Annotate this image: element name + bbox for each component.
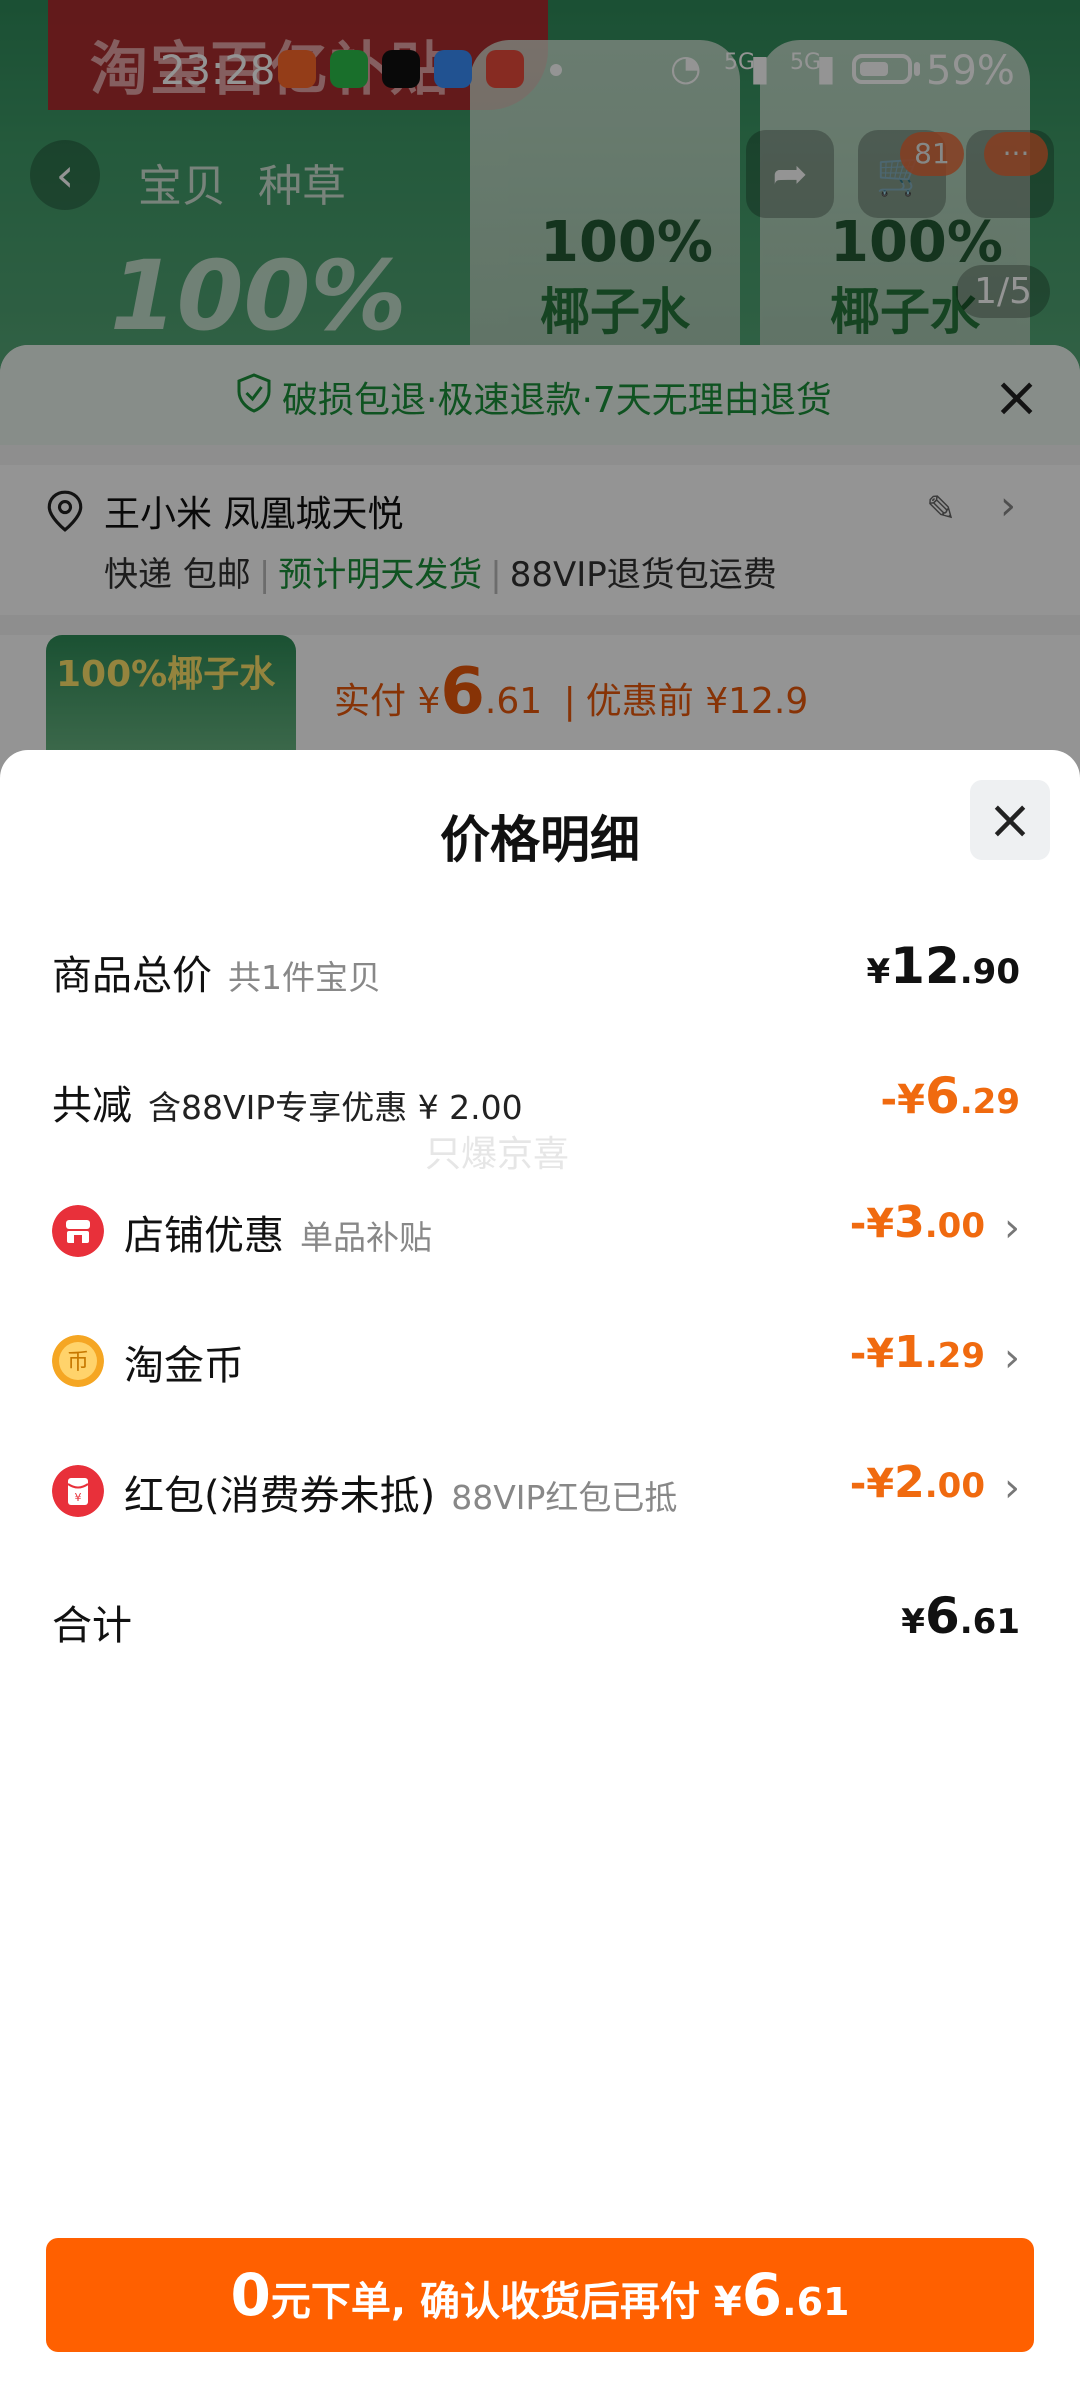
place-order-button[interactable]: 0元下单, 确认收货后再付 ¥6.61 <box>46 2238 1034 2352</box>
sub-text: 单品补贴 <box>300 1218 432 1257</box>
grand-total-amount: ¥6.61 <box>901 1587 1020 1645</box>
row-grand-total-label: 合计 <box>52 1593 132 1651</box>
total-discount-amount: -¥6.29 <box>881 1067 1020 1125</box>
modal-title: 价格明细 <box>440 811 640 869</box>
currency-sign: -¥ <box>849 1461 895 1507</box>
chevron-right-icon: › <box>1004 1335 1020 1381</box>
currency-sign: ¥ <box>901 1602 925 1642</box>
close-button[interactable]: × <box>970 780 1050 860</box>
currency-sign: -¥ <box>849 1331 895 1377</box>
row-goods-total-label: 商品总价 共1件宝贝 <box>52 943 381 1001</box>
row-total-discount-label: 共减 含88VIP专享优惠 ¥ 2.00 <box>52 1073 523 1131</box>
sub-text: 共1件宝贝 <box>228 958 381 997</box>
label-text: 红包(消费券未抵) <box>124 1473 436 1519</box>
amount-int: 3 <box>894 1197 925 1248</box>
amount-int: 2 <box>894 1457 925 1508</box>
svg-text:¥: ¥ <box>75 1491 82 1504</box>
cta-amount-dec: .61 <box>782 2280 850 2324</box>
label-text: 共减 <box>52 1083 132 1129</box>
chevron-right-icon: › <box>1004 1205 1020 1251</box>
amount-dec: .29 <box>959 1082 1020 1122</box>
taojinbi-amount: -¥1.29 <box>850 1327 985 1378</box>
amount-dec: .90 <box>959 952 1020 992</box>
amount-int: 6 <box>924 1067 960 1125</box>
row-taojinbi-label: 淘金币 <box>124 1333 244 1391</box>
cta-zero: 0 <box>230 2261 271 2329</box>
row-red-packet-label: 红包(消费券未抵) 88VIP红包已抵 <box>124 1463 677 1521</box>
row-red-packet[interactable]: ¥ 红包(消费券未抵) 88VIP红包已抵 -¥2.00 › <box>0 1445 1080 1535</box>
svg-text:币: 币 <box>67 1350 89 1375</box>
currency-sign: -¥ <box>880 1077 925 1123</box>
store-discount-amount: -¥3.00 <box>850 1197 985 1248</box>
amount-dec: .29 <box>924 1336 985 1376</box>
sub-text: 88VIP红包已抵 <box>451 1478 678 1517</box>
label-text: 合计 <box>52 1603 132 1649</box>
row-grand-total: 合计 ¥6.61 <box>0 1575 1080 1665</box>
label-text: 店铺优惠 <box>124 1213 284 1259</box>
cta-amount-int: 6 <box>741 2261 783 2329</box>
chevron-right-icon: › <box>1004 1465 1020 1511</box>
row-goods-total: 商品总价 共1件宝贝 ¥12.90 <box>0 925 1080 1015</box>
red-packet-icon: ¥ <box>52 1465 104 1517</box>
red-packet-amount: -¥2.00 <box>850 1457 985 1508</box>
amount-dec: .61 <box>959 1602 1020 1642</box>
close-icon: × <box>987 788 1033 851</box>
row-store-discount[interactable]: 店铺优惠 单品补贴 -¥3.00 › <box>0 1185 1080 1275</box>
sub-text: 含88VIP专享优惠 ¥ 2.00 <box>148 1088 523 1127</box>
amount-int: 1 <box>894 1327 925 1378</box>
coin-icon: 币 <box>52 1335 104 1387</box>
amount-dec: .00 <box>924 1206 985 1246</box>
label-text: 淘金币 <box>124 1343 244 1389</box>
amount-dec: .00 <box>924 1466 985 1506</box>
amount-int: 12 <box>890 937 960 995</box>
label-text: 商品总价 <box>52 953 212 999</box>
goods-total-amount: ¥12.90 <box>867 937 1021 995</box>
store-icon <box>52 1205 104 1257</box>
yen-sign: ¥ <box>866 952 891 992</box>
currency-sign: -¥ <box>849 1201 895 1247</box>
amount-int: 6 <box>924 1587 960 1645</box>
row-store-discount-label: 店铺优惠 单品补贴 <box>124 1203 432 1261</box>
cta-text: 元下单, 确认收货后再付 ¥ <box>270 2279 742 2325</box>
row-taojinbi[interactable]: 币 淘金币 -¥1.29 › <box>0 1315 1080 1405</box>
watermark-text: 只爆京喜 <box>425 1134 570 1175</box>
